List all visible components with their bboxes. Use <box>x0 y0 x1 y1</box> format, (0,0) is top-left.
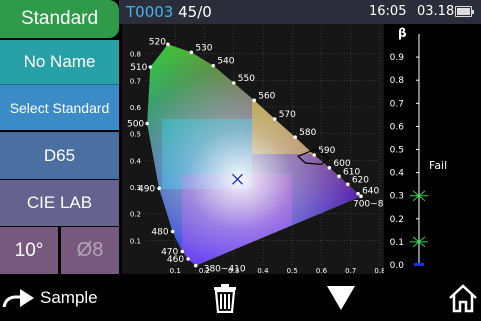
locus-point <box>166 42 170 47</box>
locus-point <box>272 117 277 121</box>
locus-point <box>186 257 190 261</box>
locus-point <box>293 135 297 139</box>
locus-wavelength-label: 460 <box>167 255 184 265</box>
y-tick-label: 0.1 <box>130 237 141 245</box>
locus-point <box>252 98 257 103</box>
chromaticity-diagram: 520530540550560570580590600610620640700~… <box>122 24 481 275</box>
x-tick-label: 0.4 <box>257 267 269 274</box>
name-button[interactable]: No Name <box>0 40 119 84</box>
locus-wavelength-label: 640 <box>362 187 379 197</box>
locus-wavelength-label: 560 <box>258 91 275 101</box>
delete-button[interactable] <box>212 283 238 314</box>
standard-tab-label: Standard <box>20 8 99 29</box>
standard-tab[interactable]: Standard <box>0 0 119 38</box>
y-tick-label: 0.5 <box>130 131 141 139</box>
locus-wavelength-label: 480 <box>151 228 168 238</box>
scale-tick-label: 0.2 <box>390 215 404 225</box>
x-tick-label: 0.5 <box>287 267 298 274</box>
sample-button[interactable]: Sample <box>2 284 98 312</box>
sample-id-number: 0003 <box>135 3 174 21</box>
trash-icon <box>214 284 236 314</box>
x-tick-label: 0.2 <box>199 267 210 274</box>
locus-point <box>312 153 316 157</box>
y-tick-label: 0.6 <box>130 104 142 112</box>
select-standard-button[interactable]: Select Standard <box>0 84 119 130</box>
locus-point <box>157 186 161 191</box>
aperture-label: Ø8 <box>76 239 104 261</box>
locus-point <box>231 81 236 85</box>
y-tick-label: 0.3 <box>130 184 141 192</box>
chart-area: 520 530 540 550 560 570 580 590 600 610 620 640 700~… <box>122 24 481 275</box>
observer-button[interactable]: 10° <box>0 227 58 274</box>
scale-tick-label: 0.5 <box>390 146 404 156</box>
name-button-label: No Name <box>23 52 96 71</box>
locus-wavelength-label: 540 <box>217 57 234 67</box>
battery-icon <box>455 6 474 17</box>
arrow-right-icon <box>2 289 34 308</box>
scale-tick-label: 0.0 <box>390 261 405 271</box>
scale-tick-label: 0.8 <box>390 76 405 86</box>
sample-id-prefix: T <box>126 3 136 21</box>
scale-tick-label: 0.1 <box>390 238 404 248</box>
illuminant-label: D65 <box>43 145 76 165</box>
locus-wavelength-label: 620 <box>352 175 369 185</box>
measured-value-marker <box>414 263 424 266</box>
locus-point <box>170 229 175 234</box>
locus-wavelength-label: 570 <box>279 110 296 120</box>
y-tick-label: 0.4 <box>130 157 142 165</box>
next-button[interactable] <box>326 285 356 311</box>
locus-point <box>180 249 185 254</box>
locus-point <box>337 174 341 179</box>
locus-wavelength-label: 520 <box>149 37 166 47</box>
select-standard-label: Select Standard <box>9 99 110 116</box>
sample-button-label: Sample <box>40 288 98 307</box>
triangle-down-icon <box>327 286 355 310</box>
bottom-toolbar: Sample <box>0 275 481 321</box>
x-tick-label: 0.1 <box>170 267 181 274</box>
locus-point <box>145 121 149 126</box>
scale-tick-label: 0.9 <box>390 53 405 63</box>
x-tick-label: 0.8 <box>374 267 385 274</box>
sample-id: T0003 45/0 <box>126 3 212 21</box>
locus-wavelength-label: 590 <box>318 146 335 156</box>
home-icon <box>449 284 477 313</box>
color-space-label: CIE LAB <box>26 193 93 212</box>
observer-label: 10° <box>14 239 44 261</box>
locus-point <box>148 65 153 69</box>
locus-point <box>193 263 198 268</box>
locus-wavelength-label: 530 <box>195 43 212 53</box>
scale-tick-label: 0.4 <box>390 169 405 179</box>
y-tick-label: 0.8 <box>130 51 141 59</box>
status-bar: T0003 45/0 16:05 03.18 <box>119 0 481 24</box>
x-tick-label: 0.3 <box>228 267 239 274</box>
clock-date: 03.18 <box>417 4 455 19</box>
aperture-button[interactable]: Ø8 <box>61 227 119 274</box>
scale-tick-label: 0.6 <box>390 122 405 132</box>
x-tick-label: 0.6 <box>316 267 328 274</box>
locus-point <box>346 182 350 187</box>
x-tick-label: 0.7 <box>345 267 356 274</box>
scale-tick-label: 0.3 <box>390 192 404 202</box>
scale-tick-label: 0.7 <box>390 99 404 109</box>
y-tick-label: 0.2 <box>130 211 141 219</box>
locus-wavelength-label: 550 <box>238 74 255 84</box>
color-space-button[interactable]: CIE LAB <box>0 180 119 226</box>
home-button[interactable] <box>448 283 478 313</box>
locus-wavelength-label: 580 <box>299 128 316 138</box>
locus-point <box>211 63 216 68</box>
locus-point <box>189 50 194 55</box>
scale-label: β <box>398 26 407 40</box>
locus-point <box>356 191 360 196</box>
locus-wavelength-label: 500 <box>127 120 144 130</box>
clock-time: 16:05 <box>369 4 407 19</box>
y-tick-label: 0.7 <box>130 77 141 85</box>
locus-point <box>327 166 332 170</box>
locus-wavelength-label: 510 <box>130 63 147 73</box>
measurement-geometry: 45/0 <box>178 3 212 21</box>
pass-fail-result: Fail <box>429 159 447 172</box>
illuminant-button[interactable]: D65 <box>0 132 119 179</box>
